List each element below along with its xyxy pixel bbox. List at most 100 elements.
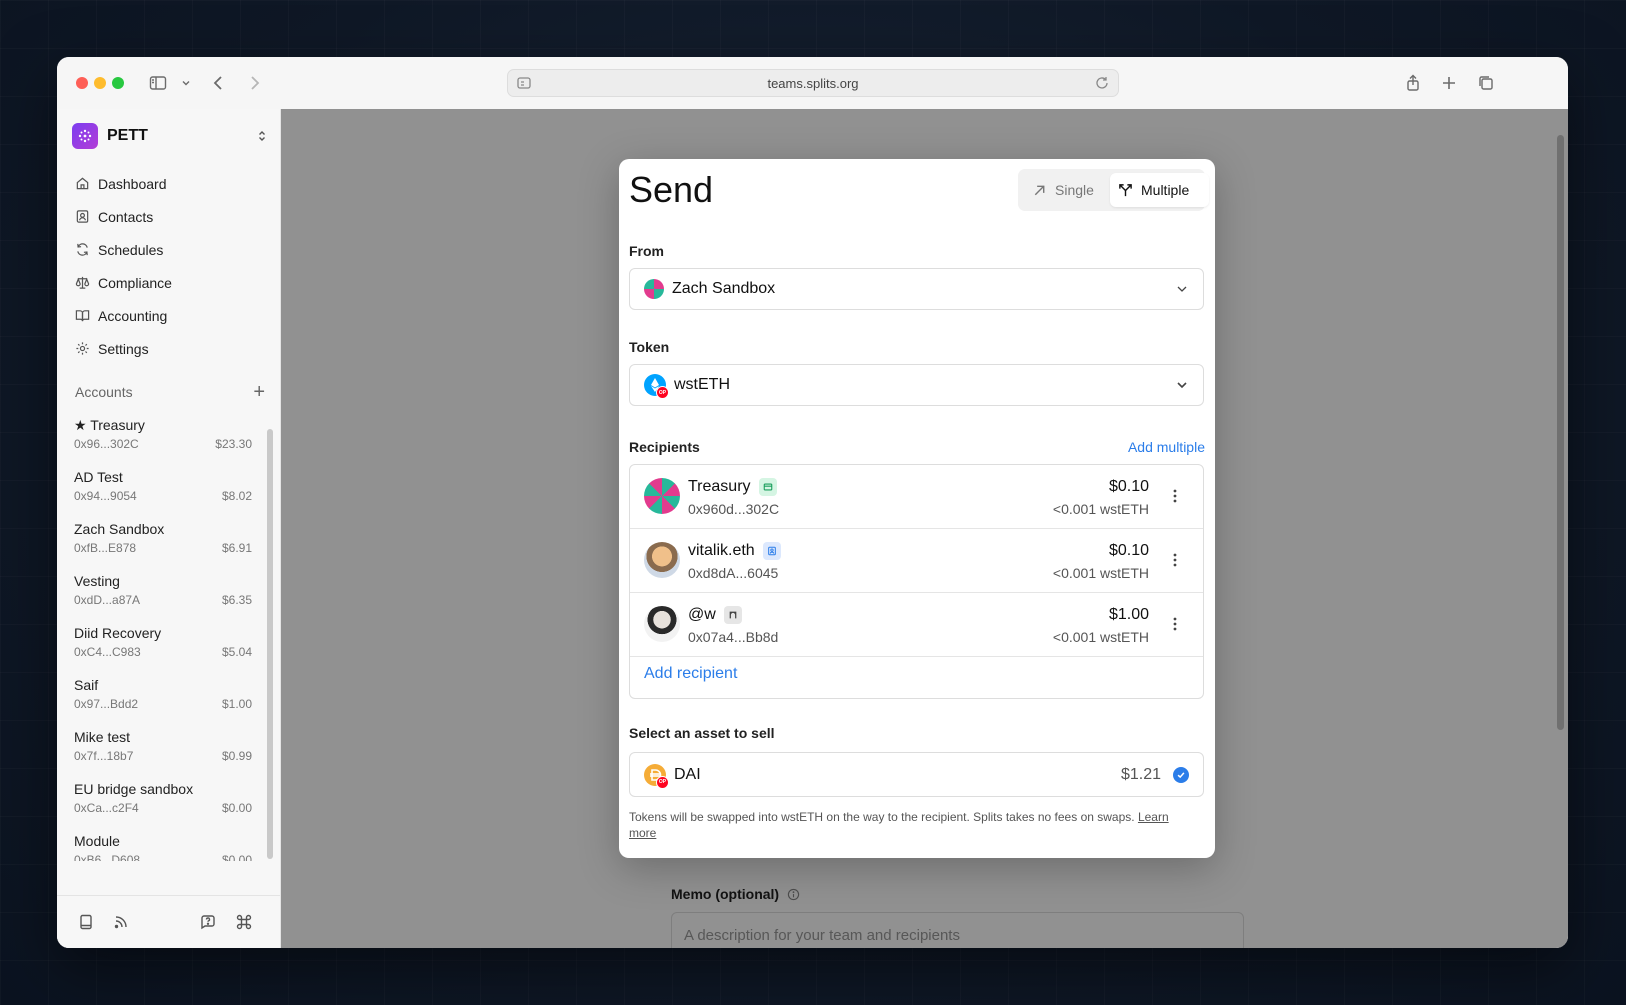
back-icon[interactable] [207, 71, 231, 95]
add-multiple-button[interactable]: Add multiple [1128, 439, 1205, 455]
account-balance: $0.99 [221, 749, 252, 763]
recipient-row[interactable]: Treasury 0x960d...302C $0.10 <0.001 wstE… [630, 465, 1203, 529]
account-item[interactable]: AD Test 0x94...9054 $8.02 [57, 463, 262, 515]
recipient-token-amount: <0.001 wstETH [1052, 501, 1149, 517]
account-item[interactable]: Zach Sandbox 0xfB...E878 $6.91 [57, 515, 262, 567]
help-icon[interactable] [199, 913, 217, 931]
account-item[interactable]: EU bridge sandbox 0xCa...c2F4 $0.00 [57, 775, 262, 827]
swap-note: Tokens will be swapped into wstETH on th… [629, 809, 1199, 841]
recipient-name: @w [688, 606, 716, 623]
recipient-name-wrap: Treasury [688, 478, 777, 496]
team-switcher[interactable]: PETT [72, 121, 268, 151]
sidebar-item-label: Settings [98, 340, 149, 357]
send-modal: Send Single Multiple From Zach Sandbox T… [619, 159, 1215, 858]
sidebar-item-label: Accounting [98, 307, 168, 324]
token-value: wstETH [674, 376, 730, 393]
more-options-icon[interactable] [1167, 487, 1183, 505]
account-balance: $6.35 [221, 593, 252, 607]
account-item[interactable]: Saif 0x97...Bdd2 $1.00 [57, 671, 262, 723]
mode-single-button[interactable]: Single [1026, 173, 1112, 207]
wsteth-token-icon: OP [644, 374, 669, 399]
refresh-icon [77, 243, 88, 256]
close-window-button[interactable] [76, 77, 88, 89]
add-account-icon[interactable]: + [253, 382, 265, 402]
sidebar-footer [57, 895, 280, 948]
account-item[interactable]: Mike test 0x7f...18b7 $0.99 [57, 723, 262, 775]
checkmark-icon [1173, 766, 1189, 783]
token-select[interactable]: OP wstETH [629, 364, 1204, 406]
share-icon[interactable] [1401, 71, 1425, 95]
reload-icon[interactable] [1094, 75, 1110, 91]
minimize-window-button[interactable] [94, 77, 106, 89]
rss-feed-icon[interactable] [112, 913, 130, 931]
recipients-label: Recipients [629, 439, 700, 455]
account-name: Module [74, 833, 120, 849]
account-item[interactable]: ★ Treasury 0x96...302C $23.30 [57, 411, 262, 463]
account-item[interactable]: Module 0xB6...D608 $0.00 [57, 827, 262, 861]
account-balance: $0.00 [221, 853, 252, 861]
account-item[interactable]: Diid Recovery 0xC4...C983 $5.04 [57, 619, 262, 671]
modal-title: Send [629, 169, 714, 210]
asset-option-dai[interactable]: OP DAI $1.21 [629, 752, 1204, 797]
farcaster-badge-icon [723, 606, 742, 624]
account-address: 0xC4...C983 [74, 645, 141, 659]
account-name: ★ Treasury [74, 417, 145, 433]
recipient-address: 0x960d...302C [688, 501, 780, 517]
page-settings-icon[interactable] [516, 75, 532, 91]
sidebar-item-accounting[interactable]: Accounting [72, 299, 268, 332]
tab-overview-icon[interactable] [1474, 71, 1498, 95]
from-label: From [629, 243, 664, 259]
recipient-name: vitalik.eth [688, 542, 755, 559]
sidebar-item-settings[interactable]: Settings [72, 332, 268, 365]
sidebar-item-compliance[interactable]: Compliance [72, 266, 268, 299]
accounts-list: ★ Treasury 0x96...302C $23.30 AD Test 0x… [57, 411, 262, 861]
optimism-chain-icon: OP [656, 386, 669, 399]
forward-icon[interactable] [242, 71, 266, 95]
recipient-token-amount: <0.001 wstETH [1052, 565, 1149, 581]
from-select[interactable]: Zach Sandbox [629, 268, 1204, 310]
recipient-row[interactable]: @w 0x07a4...Bb8d $1.00 <0.001 wstETH [630, 593, 1203, 657]
more-options-icon[interactable] [1167, 615, 1183, 633]
account-name: Vesting [74, 573, 120, 589]
contact-badge-icon [762, 542, 781, 560]
account-item[interactable]: Vesting 0xdD...a87A $6.35 [57, 567, 262, 619]
new-tab-icon[interactable] [1437, 71, 1461, 95]
account-address: 0x97...Bdd2 [74, 697, 139, 711]
account-balance: $5.04 [221, 645, 252, 659]
account-name: Mike test [74, 729, 131, 745]
sidebar-item-dashboard[interactable]: Dashboard [72, 167, 268, 200]
command-icon[interactable] [235, 913, 253, 931]
asset-name: DAI [674, 765, 701, 783]
token-label: Token [629, 339, 670, 355]
chevron-down-icon[interactable] [174, 71, 198, 95]
recipient-row[interactable]: vitalik.eth 0xd8dA...6045 $0.10 <0.001 w… [630, 529, 1203, 593]
recipient-amount: $0.10 [1108, 542, 1149, 559]
asset-value: $1.21 [1120, 765, 1161, 783]
from-value: Zach Sandbox [672, 280, 776, 297]
zoom-window-button[interactable] [112, 77, 124, 89]
sidebar-item-label: Dashboard [98, 175, 167, 192]
optimism-chain-icon: OP [656, 775, 669, 789]
main-scrollbar[interactable] [1557, 135, 1564, 730]
arrow-up-right-icon [1034, 185, 1045, 195]
browser-toolbar: teams.splits.org [57, 57, 1568, 110]
more-options-icon[interactable] [1167, 551, 1183, 569]
sidebar-toggle-icon[interactable] [146, 71, 170, 95]
dai-token-icon: OP [644, 763, 669, 789]
account-name: Diid Recovery [74, 625, 162, 641]
add-recipient-button[interactable]: Add recipient [644, 665, 737, 683]
chevron-updown-icon [259, 131, 265, 141]
recipient-token-amount: <0.001 wstETH [1052, 629, 1149, 645]
address-bar[interactable]: teams.splits.org [507, 69, 1119, 97]
account-balance: $23.30 [215, 437, 252, 451]
sidebar-item-label: Compliance [98, 274, 172, 291]
send-mode-toggle: Single Multiple [1018, 169, 1209, 211]
sidebar-item-schedules[interactable]: Schedules [72, 233, 268, 266]
account-address: 0x96...302C [74, 437, 139, 451]
mode-multiple-button[interactable]: Multiple [1110, 173, 1209, 207]
docs-book-icon[interactable] [77, 913, 95, 931]
sidebar-item-contacts[interactable]: Contacts [72, 200, 268, 233]
sidebar-scrollbar[interactable] [267, 429, 273, 859]
wallet-badge-icon [758, 478, 777, 496]
account-name: AD Test [74, 469, 123, 485]
